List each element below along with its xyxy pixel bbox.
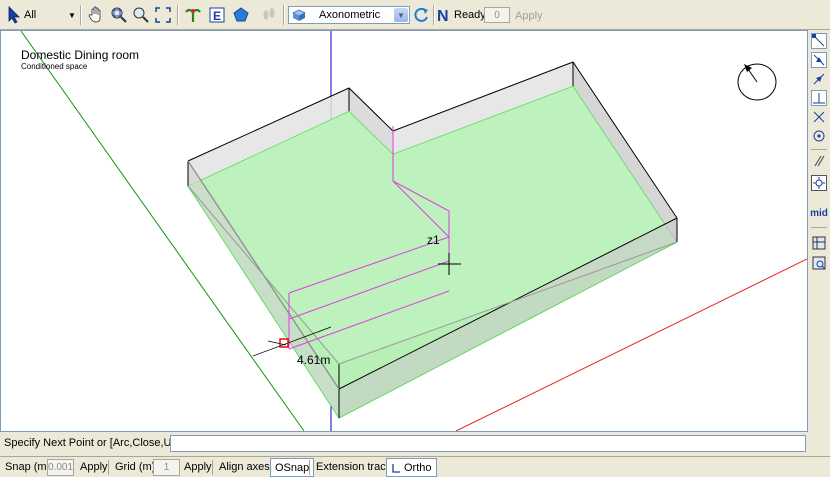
elevation-button[interactable]: E [206,4,228,26]
snap-center-button[interactable] [810,127,828,145]
pan-button[interactable] [85,4,107,26]
svg-text:E: E [213,9,221,23]
zone-title: Domestic Dining room [21,48,140,62]
status-bar: Snap (m) 0.001 Apply Grid (m) 1 Apply Al… [0,456,830,477]
command-prompt: Specify Next Point or [Arc,Close,Undo]: [4,437,196,449]
model-view-icon [233,7,249,22]
align-axes-button[interactable]: Align axes [219,461,270,473]
endpoint-snap-icon [811,33,827,49]
snap-nearest-button[interactable] [810,70,828,88]
grid-value: 1 [163,462,170,473]
snap-value-field[interactable]: 0.001 [47,459,74,476]
status-separator [309,460,310,475]
north-compass-icon [737,63,777,101]
status-separator [108,460,109,475]
orbit-icon [185,8,201,22]
hand-pan-icon [88,6,101,23]
footprints-icon [263,8,275,20]
grid-value-field[interactable]: 1 [153,459,180,476]
command-input[interactable] [170,435,806,452]
svg-text:N: N [437,8,449,24]
pointer-arrow-icon [8,6,20,24]
toolbar-separator [811,227,827,228]
snap-endpoint-button[interactable] [810,32,828,50]
select-filter-label: All [24,9,37,21]
toolbar-separator [811,149,827,150]
dropdown-arrow-icon: ▼ [68,10,76,20]
snap-midpoint-button[interactable] [810,51,828,69]
select-filter-dropdown[interactable]: ▼ [68,4,76,26]
snap-apply-button[interactable]: Apply [80,461,108,473]
refresh-icon [414,7,428,22]
grid-label: Grid (m) [115,461,156,473]
dropdown-arrow-icon: ▼ [394,8,408,22]
view-mode-select[interactable]: Axonometric ▼ [288,6,410,24]
toolbar-separator [433,5,435,25]
intersection-snap-icon [813,111,825,123]
snap-grid-button[interactable] [810,234,828,252]
zoom-extents-button[interactable] [152,4,174,26]
extension-track-toggle[interactable]: Extension track [316,461,391,473]
count-field: 0 [484,7,510,23]
orbit-button[interactable] [182,4,204,26]
ortho-toggle[interactable]: Ortho [386,458,437,477]
toolbar-separator [177,5,179,25]
zoom-button[interactable] [130,4,152,26]
status-separator [212,460,213,475]
command-bar: Specify Next Point or [Arc,Close,Undo]: [0,434,830,454]
height-marker-label: z1 [427,233,440,247]
ortho-icon [392,463,400,473]
north-button[interactable]: N Ready [436,4,486,26]
status-ready-label: Ready [454,9,486,21]
view-mode-value: Axonometric [319,9,381,21]
snap-perpendicular-button[interactable] [810,89,828,107]
dimension-tick [267,340,287,346]
model-canvas [20,31,807,431]
walkthrough-button[interactable] [258,4,280,26]
object-snap-icon [812,256,826,270]
snap-intersection-button[interactable] [810,108,828,126]
dimension-label: 4.61m [297,353,331,367]
north-n-icon: N [437,8,449,24]
midpoint-snap-icon [811,52,827,68]
center-snap-icon [813,130,825,142]
zoom-extents-icon [155,7,171,23]
snap-parallel-button[interactable] [810,152,828,170]
parallel-snap-icon [814,155,825,167]
elevation-e-icon: E [209,7,225,23]
ortho-label: Ortho [404,461,432,474]
snap-value: 0.001 [47,462,74,473]
snap-label: Snap (m) [5,461,51,473]
main-toolbar: All ▼ E Axonometric ▼ N Ready 0 Apply [0,0,830,30]
zoom-window-icon [111,7,127,23]
osnap-toggle[interactable]: OSnap [270,458,315,477]
zoom-icon [133,7,149,23]
snap-mid-button[interactable]: mid [810,204,828,222]
perpendicular-snap-icon [811,90,827,106]
grid-apply-button[interactable]: Apply [184,461,212,473]
toolbar-separator [283,5,285,25]
select-tool[interactable]: All [6,4,36,26]
refresh-button[interactable] [410,4,432,26]
grid-snap-icon [812,236,826,250]
snap-toolbar: mid [808,30,830,432]
snap-settings-button[interactable] [810,174,828,192]
toolbar-apply-button[interactable]: Apply [515,10,543,22]
zone-subtitle: Conditioned space [21,62,88,71]
axonometric-view-icon [292,9,306,21]
zoom-window-button[interactable] [108,4,130,26]
toolbar-separator [80,5,82,25]
snap-settings-icon [811,175,827,191]
count-value: 0 [494,9,500,21]
nearest-snap-icon [813,73,825,85]
model-view-button[interactable] [230,4,252,26]
snap-object-button[interactable] [810,254,828,272]
3d-viewport[interactable]: Domestic Dining room Conditioned space 4… [0,30,808,432]
